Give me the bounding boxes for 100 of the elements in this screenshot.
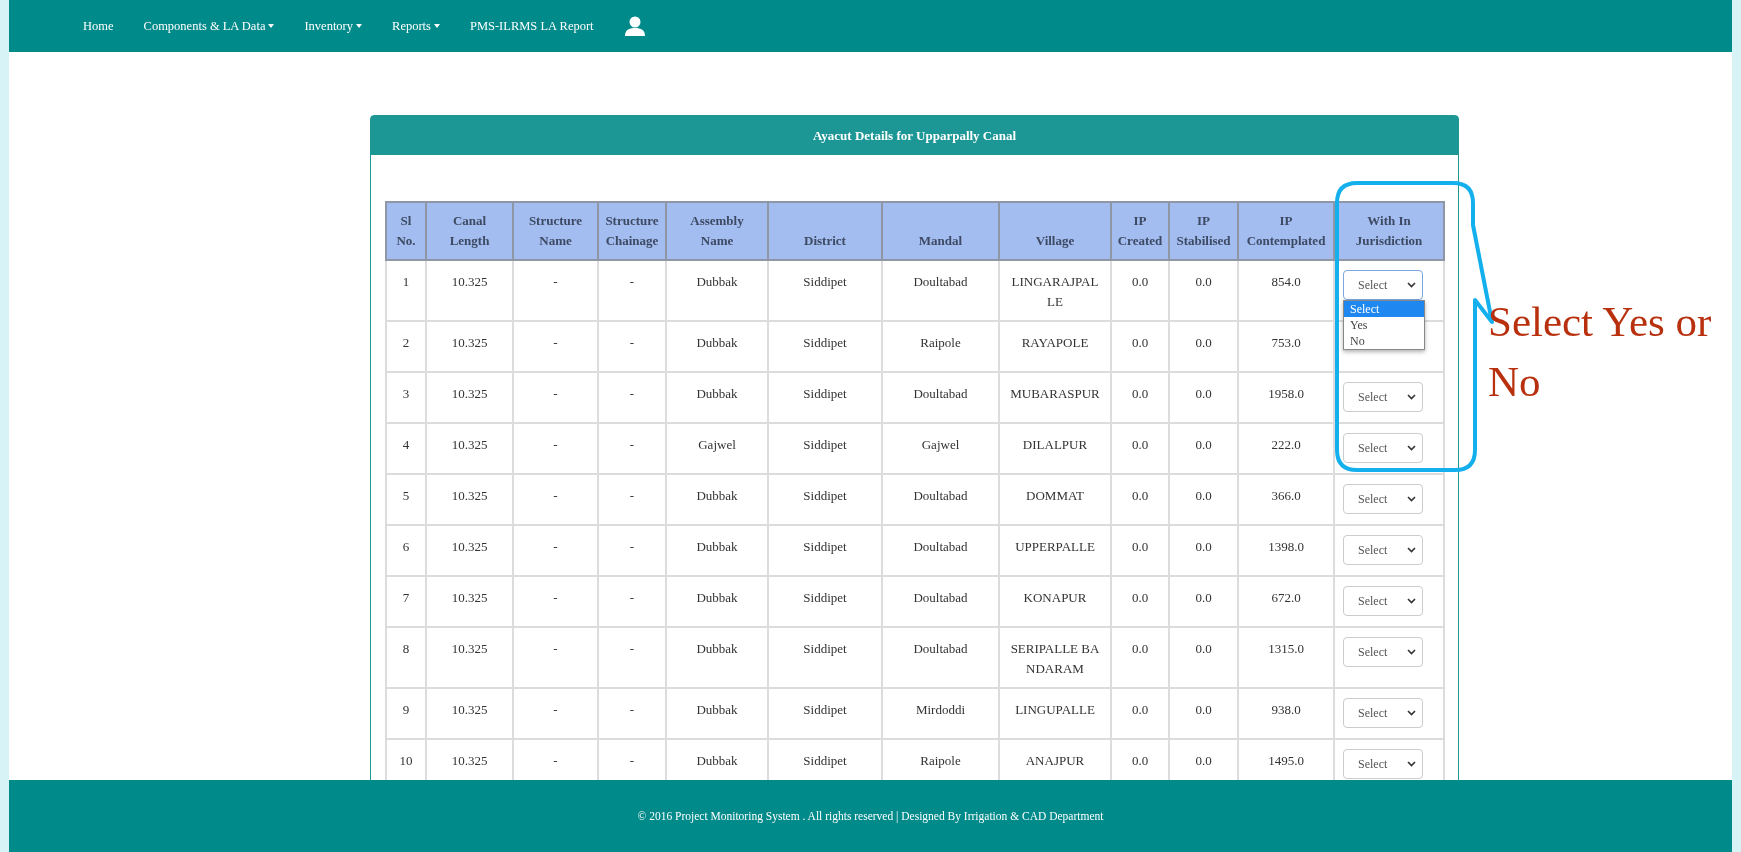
jurisdiction-select[interactable]: Select <box>1343 586 1423 616</box>
table-cell: 2 <box>386 321 426 372</box>
table-cell: 753.0 <box>1238 321 1334 372</box>
jurisdiction-select[interactable]: Select <box>1343 698 1423 728</box>
column-header: IP Contemplated <box>1238 202 1334 260</box>
table-cell: - <box>513 260 598 321</box>
dropdown-option[interactable]: Yes <box>1344 317 1424 333</box>
table-cell: Dubbak <box>666 525 768 576</box>
chevron-down-icon <box>1407 282 1416 288</box>
table-cell: 10.325 <box>426 260 513 321</box>
table-cell: Dubbak <box>666 627 768 688</box>
table-cell: 0.0 <box>1169 474 1238 525</box>
jurisdiction-select[interactable]: Select <box>1343 433 1423 463</box>
caret-icon <box>356 24 363 28</box>
table-cell: 0.0 <box>1169 423 1238 474</box>
caret-icon <box>433 24 440 28</box>
table-cell: Siddipet <box>768 525 882 576</box>
chevron-down-icon <box>1407 598 1416 604</box>
table-cell: 0.0 <box>1111 525 1169 576</box>
nav-link[interactable]: Reports <box>392 18 440 34</box>
column-header: Canal Length <box>426 202 513 260</box>
table-cell: - <box>598 423 666 474</box>
table-cell: Dubbak <box>666 372 768 423</box>
table-cell: 1315.0 <box>1238 627 1334 688</box>
table-cell: - <box>598 321 666 372</box>
annotation-text: Select Yes or No <box>1488 297 1713 407</box>
table-cell: - <box>598 474 666 525</box>
table-cell: KONAPUR <box>999 576 1111 627</box>
table-cell: LINGUPALLE <box>999 688 1111 739</box>
jurisdiction-select[interactable]: Select <box>1343 535 1423 565</box>
column-header: Village <box>999 202 1111 260</box>
user-icon[interactable] <box>623 16 646 36</box>
table-cell: Doultabad <box>882 627 999 688</box>
table-cell: 0.0 <box>1111 423 1169 474</box>
table-cell: Siddipet <box>768 474 882 525</box>
table-cell: 0.0 <box>1169 688 1238 739</box>
column-header: IP Created <box>1111 202 1169 260</box>
table-cell: 854.0 <box>1238 260 1334 321</box>
table-cell: Dubbak <box>666 321 768 372</box>
table-cell: 366.0 <box>1238 474 1334 525</box>
jurisdiction-select[interactable]: Select <box>1343 749 1423 779</box>
table-cell: RAYAPOLE <box>999 321 1111 372</box>
table-cell: - <box>513 627 598 688</box>
table-cell: Siddipet <box>768 372 882 423</box>
column-header: Structure Chainage <box>598 202 666 260</box>
table-cell: - <box>598 627 666 688</box>
table-cell: Siddipet <box>768 321 882 372</box>
table-cell: 1398.0 <box>1238 525 1334 576</box>
table-cell: 0.0 <box>1111 474 1169 525</box>
table-cell: - <box>513 321 598 372</box>
table-cell: Doultabad <box>882 525 999 576</box>
table-cell: Siddipet <box>768 423 882 474</box>
table-cell: 10.325 <box>426 525 513 576</box>
jurisdiction-select[interactable]: Select <box>1343 637 1423 667</box>
nav-link[interactable]: Components & LA Data <box>143 18 275 34</box>
table-cell: Gajwel <box>666 423 768 474</box>
table-cell: - <box>598 260 666 321</box>
caret-icon <box>268 24 275 28</box>
table-cell: Doultabad <box>882 576 999 627</box>
table-cell: UPPERPALLE <box>999 525 1111 576</box>
table-cell: 0.0 <box>1169 576 1238 627</box>
table-cell: DOMMAT <box>999 474 1111 525</box>
column-header: Sl No. <box>386 202 426 260</box>
chevron-down-icon <box>1407 496 1416 502</box>
nav-link[interactable]: Inventory <box>304 18 363 34</box>
table-cell: 10.325 <box>426 627 513 688</box>
table-cell: 672.0 <box>1238 576 1334 627</box>
table-cell: 0.0 <box>1111 260 1169 321</box>
panel-title: Ayacut Details for Upparpally Canal <box>371 116 1458 155</box>
table-cell: MUBARASPUR <box>999 372 1111 423</box>
table-cell: - <box>513 372 598 423</box>
table-cell: Gajwel <box>882 423 999 474</box>
table-cell: Siddipet <box>768 260 882 321</box>
nav-link[interactable]: PMS-ILRMS LA Report <box>469 18 594 34</box>
table-cell: Mirdoddi <box>882 688 999 739</box>
table-cell: 7 <box>386 576 426 627</box>
table-cell: 10.325 <box>426 474 513 525</box>
dropdown-option[interactable]: No <box>1344 333 1424 349</box>
table-cell: DILALPUR <box>999 423 1111 474</box>
jurisdiction-select[interactable]: Select <box>1343 484 1423 514</box>
table-cell: Raipole <box>882 321 999 372</box>
table-cell: 4 <box>386 423 426 474</box>
table-cell: 0.0 <box>1169 372 1238 423</box>
table-cell: 9 <box>386 688 426 739</box>
column-header: Structure Name <box>513 202 598 260</box>
dropdown-option[interactable]: Select <box>1344 301 1424 317</box>
table-cell: 1 <box>386 260 426 321</box>
table-cell: Doultabad <box>882 372 999 423</box>
table-cell: 0.0 <box>1111 372 1169 423</box>
jurisdiction-select[interactable]: Select <box>1343 270 1423 300</box>
table-cell: - <box>513 474 598 525</box>
jurisdiction-select[interactable]: Select <box>1343 382 1423 412</box>
table-cell: - <box>598 372 666 423</box>
column-header: District <box>768 202 882 260</box>
chevron-down-icon <box>1407 445 1416 451</box>
column-header: Mandal <box>882 202 999 260</box>
table-cell: LINGARAJPALLE <box>999 260 1111 321</box>
column-header: IP Stabilised <box>1169 202 1238 260</box>
nav-link[interactable]: Home <box>83 18 114 34</box>
table-cell: 0.0 <box>1169 525 1238 576</box>
